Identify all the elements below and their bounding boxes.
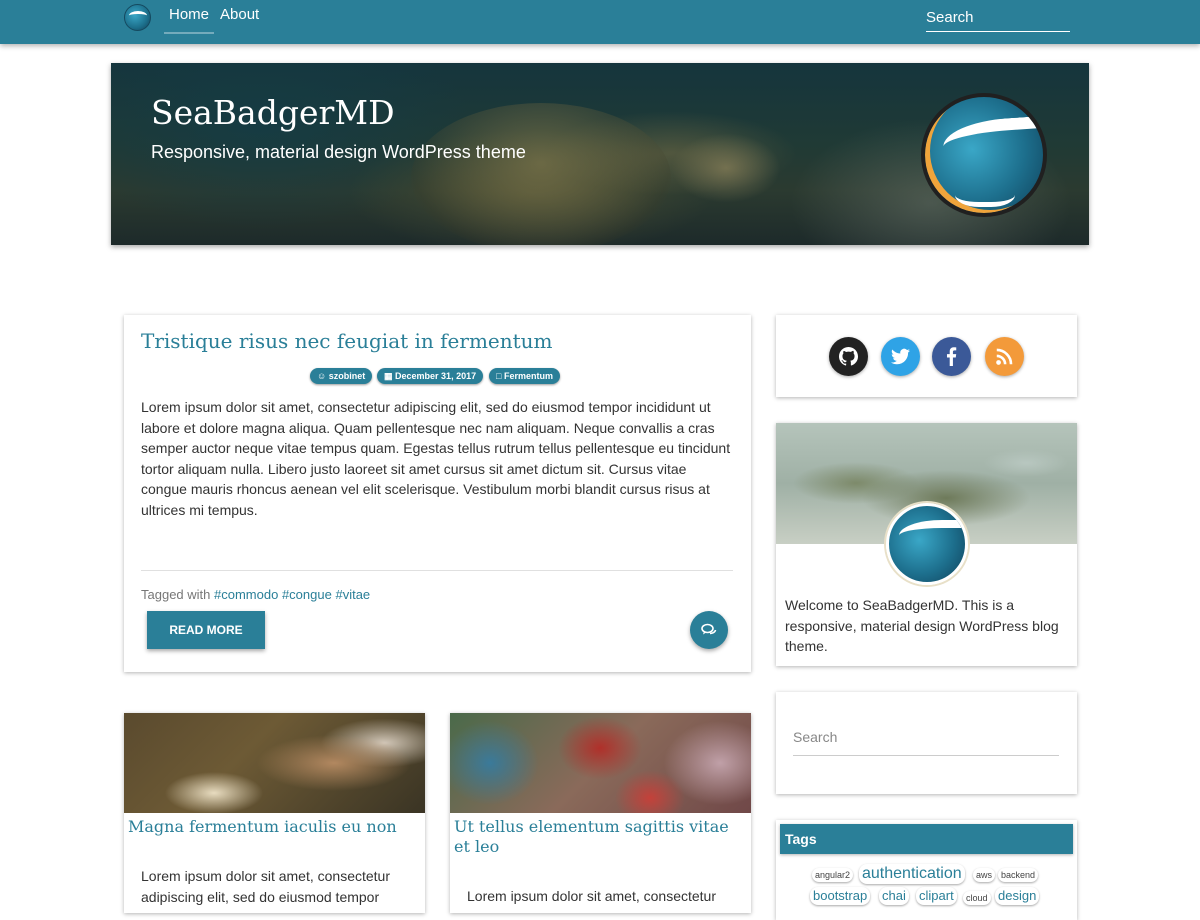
- twitter-icon: [891, 348, 910, 365]
- post-category-badge[interactable]: □ Fermentum: [489, 368, 560, 384]
- comments-icon: [701, 623, 717, 635]
- nav-link-about[interactable]: About: [220, 0, 259, 34]
- post-author-badge[interactable]: ☺ szobinet: [310, 368, 373, 384]
- twitter-link[interactable]: [881, 337, 920, 376]
- rss-icon: [996, 348, 1013, 365]
- post-thumbnail[interactable]: [124, 713, 425, 813]
- facebook-link[interactable]: [932, 337, 971, 376]
- post-thumbnail[interactable]: [450, 713, 751, 813]
- featured-post-card: Tristique risus nec feugiat in fermentum…: [124, 315, 751, 672]
- tag-cloud-item[interactable]: chai: [879, 887, 909, 905]
- user-circle-icon: ☺: [317, 371, 327, 381]
- tag-link-vitae[interactable]: #vitae: [335, 587, 370, 602]
- comments-button[interactable]: [690, 611, 728, 649]
- github-icon: [839, 347, 858, 366]
- post-excerpt: Lorem ipsum dolor sit amet, consectetur …: [141, 868, 390, 905]
- tag-cloud-item[interactable]: design: [995, 887, 1040, 905]
- folder-icon: □: [496, 371, 502, 381]
- seabadger-logo-icon: [921, 93, 1047, 217]
- github-link[interactable]: [829, 337, 868, 376]
- tag-cloud-item[interactable]: clipart: [916, 887, 957, 905]
- tag-link-commodo[interactable]: #commodo: [214, 587, 278, 602]
- post-category: Fermentum: [503, 371, 553, 381]
- banner-photo-turtle-head: [671, 133, 781, 203]
- about-widget: Welcome to SeaBadgerMD. This is a respon…: [776, 423, 1077, 666]
- nav-link-home[interactable]: Home: [164, 0, 214, 34]
- about-text: Welcome to SeaBadgerMD. This is a respon…: [785, 597, 1059, 655]
- tag-cloud-item[interactable]: aws: [973, 868, 996, 882]
- divider: [141, 570, 733, 571]
- post-card: Magna fermentum iaculis eu non Lorem ips…: [124, 713, 425, 913]
- post-date: December 31, 2017: [395, 371, 477, 381]
- nav-search-input[interactable]: [926, 4, 1070, 32]
- search-widget: [776, 692, 1077, 794]
- site-title[interactable]: SeaBadgerMD: [151, 93, 395, 132]
- post-tags: Tagged with #commodo #congue #vitae: [141, 587, 370, 602]
- tag-cloud-item[interactable]: angular2: [812, 868, 854, 882]
- rss-link[interactable]: [985, 337, 1024, 376]
- banner-photo-turtle: [411, 103, 671, 245]
- post-title[interactable]: Ut tellus elementum sagittis vitae et le…: [454, 817, 746, 857]
- tag-cloud-item[interactable]: bootstrap: [810, 887, 871, 905]
- sidebar-search-input[interactable]: [793, 718, 1059, 756]
- seabadger-logo-icon: [886, 503, 968, 585]
- post-card: Ut tellus elementum sagittis vitae et le…: [450, 713, 751, 913]
- read-more-button[interactable]: READ MORE: [147, 611, 265, 649]
- tag-cloud-item[interactable]: backend: [998, 868, 1039, 882]
- top-navbar: Home About: [0, 0, 1200, 44]
- post-excerpt: Lorem ipsum dolor sit amet, consectetur …: [141, 399, 731, 518]
- calendar-icon: ▦: [384, 371, 393, 381]
- post-date-badge[interactable]: ▦ December 31, 2017: [377, 368, 484, 384]
- seabadger-logo-icon[interactable]: [124, 4, 151, 31]
- post-title[interactable]: Magna fermentum iaculis eu non: [128, 817, 420, 837]
- post-author: szobinet: [328, 371, 366, 381]
- tagged-prefix: Tagged with: [141, 587, 211, 602]
- tags-widget-title: Tags: [780, 824, 1073, 854]
- post-excerpt: Lorem ipsum dolor sit amet, consectetur: [467, 888, 716, 904]
- post-title[interactable]: Tristique risus nec feugiat in fermentum: [141, 329, 553, 353]
- tags-widget: Tags angular2 authentication aws backend…: [776, 820, 1077, 920]
- tag-cloud-item[interactable]: cloud: [963, 891, 991, 905]
- tag-cloud-item[interactable]: authentication: [859, 864, 965, 884]
- tag-link-congue[interactable]: #congue: [282, 587, 332, 602]
- header-banner: SeaBadgerMD Responsive, material design …: [111, 63, 1089, 245]
- social-links-widget: [776, 315, 1077, 397]
- facebook-icon: [946, 347, 957, 366]
- site-tagline: Responsive, material design WordPress th…: [151, 142, 526, 162]
